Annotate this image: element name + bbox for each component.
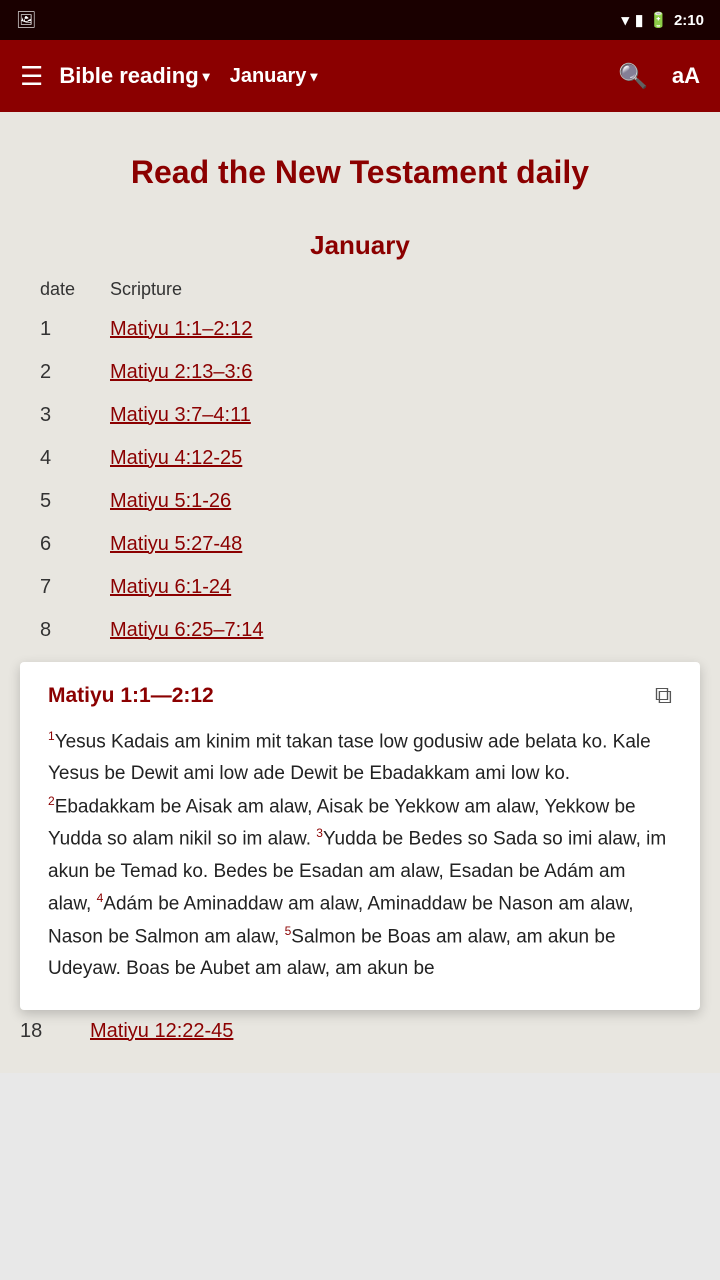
day-number: 2 <box>40 361 110 384</box>
table-row: 8 Matiyu 6:25–7:14 <box>20 609 700 652</box>
table-row: 1 Matiyu 1:1–2:12 <box>20 308 700 351</box>
table-header: date Scripture <box>20 271 700 308</box>
table-row: 2 Matiyu 2:13–3:6 <box>20 351 700 394</box>
scripture-popup: Matiyu 1:1—2:12 ⧉ 1Yesus Kadais am kinim… <box>20 662 700 1010</box>
page-title: Read the New Testament daily <box>0 112 720 214</box>
table-row: 3 Matiyu 3:7–4:11 <box>20 394 700 437</box>
wifi-icon: ▾ <box>621 11 629 29</box>
table-row: 6 Matiyu 5:27-48 <box>20 523 700 566</box>
gallery-icon: 🖼 <box>16 10 36 30</box>
reading-rows: 1 Matiyu 1:1–2:12 2 Matiyu 2:13–3:6 3 Ma… <box>20 308 700 652</box>
day-number: 6 <box>40 533 110 556</box>
reading-table: date Scripture 1 Matiyu 1:1–2:12 2 Matiy… <box>0 271 720 652</box>
month-label: January <box>230 65 307 88</box>
time-display: 2:10 <box>674 12 704 29</box>
reading-link[interactable]: Matiyu 6:1-24 <box>110 576 700 599</box>
reading-link[interactable]: Matiyu 6:25–7:14 <box>110 619 700 642</box>
table-row: 7 Matiyu 6:1-24 <box>20 566 700 609</box>
app-title-dropdown[interactable]: Bible reading ▾ <box>59 63 209 89</box>
bottom-reading-row: 18 Matiyu 12:22-45 <box>0 1010 720 1053</box>
external-link-button[interactable]: ⧉ <box>655 682 672 710</box>
status-left: 🖼 <box>16 10 36 30</box>
scripture-column-header: Scripture <box>110 279 700 300</box>
popup-body: 1Yesus Kadais am kinim mit takan tase lo… <box>48 726 672 986</box>
font-size-button[interactable]: aA <box>664 55 708 97</box>
popup-header: Matiyu 1:1—2:12 ⧉ <box>48 682 672 710</box>
app-title-label: Bible reading <box>59 63 198 89</box>
title-dropdown-arrow: ▾ <box>203 68 210 85</box>
day-number: 1 <box>40 318 110 341</box>
status-right: ▾ ▮ 🔋 2:10 <box>621 11 704 29</box>
toolbar: ☰ Bible reading ▾ January ▾ 🔍 aA <box>0 40 720 112</box>
reading-link[interactable]: Matiyu 1:1–2:12 <box>110 318 700 341</box>
reading-link[interactable]: Matiyu 5:27-48 <box>110 533 700 556</box>
table-row: 5 Matiyu 5:1-26 <box>20 480 700 523</box>
day-number: 5 <box>40 490 110 513</box>
month-heading: January <box>0 214 720 271</box>
month-dropdown-arrow: ▾ <box>310 68 317 85</box>
day-number: 8 <box>40 619 110 642</box>
search-button[interactable]: 🔍 <box>610 54 656 99</box>
reading-link[interactable]: Matiyu 3:7–4:11 <box>110 404 700 427</box>
date-column-header: date <box>40 279 110 300</box>
day-number: 7 <box>40 576 110 599</box>
day-number: 3 <box>40 404 110 427</box>
bottom-day-number: 18 <box>20 1020 90 1043</box>
reading-link[interactable]: Matiyu 5:1-26 <box>110 490 700 513</box>
reading-link[interactable]: Matiyu 4:12-25 <box>110 447 700 470</box>
signal-icon: ▮ <box>635 11 643 29</box>
reading-link[interactable]: Matiyu 2:13–3:6 <box>110 361 700 384</box>
main-content: Read the New Testament daily January dat… <box>0 112 720 1073</box>
battery-icon: 🔋 <box>649 11 668 29</box>
bottom-reading-link[interactable]: Matiyu 12:22-45 <box>90 1020 720 1043</box>
status-bar: 🖼 ▾ ▮ 🔋 2:10 <box>0 0 720 40</box>
table-row: 4 Matiyu 4:12-25 <box>20 437 700 480</box>
popup-title: Matiyu 1:1—2:12 <box>48 684 214 708</box>
day-number: 4 <box>40 447 110 470</box>
month-dropdown[interactable]: January ▾ <box>230 65 318 88</box>
menu-button[interactable]: ☰ <box>12 53 51 100</box>
